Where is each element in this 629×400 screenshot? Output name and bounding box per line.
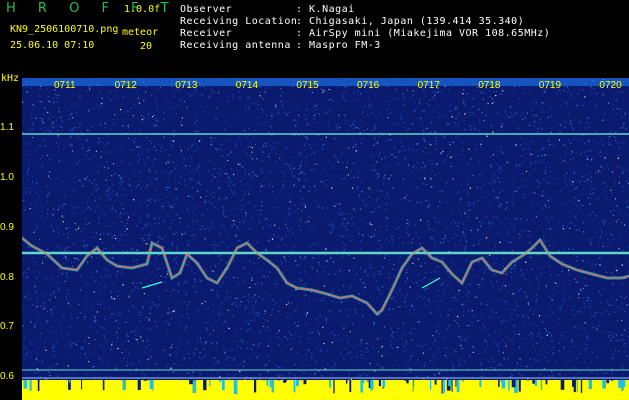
x-tick-label: 0713 <box>175 80 198 91</box>
y-tick-label: 0.9 <box>0 222 14 233</box>
spectrogram-background <box>22 78 629 400</box>
info-value-antenna: : Maspro FM-3 <box>296 40 381 51</box>
spectrogram-canvas <box>22 78 629 400</box>
x-tick-label: 0718 <box>478 80 501 91</box>
bottom-band <box>22 380 629 400</box>
header-panel: H R O F F T 1.0.0f KN9_2506100710.png me… <box>0 0 629 78</box>
x-tick-label: 0715 <box>296 80 319 91</box>
info-value-receiver: : AirSpy mini (Miakejima VOR 108.65MHz) <box>296 28 551 39</box>
info-label-location: Receiving Location <box>180 16 298 27</box>
x-tick-label: 0711 <box>54 80 76 91</box>
y-tick-label: 0.6 <box>0 371 14 382</box>
info-label-observer: Observer <box>180 4 233 15</box>
x-tick-label: 0714 <box>235 80 259 91</box>
meteor-label: meteor <box>122 27 159 38</box>
x-tick-label: 0712 <box>114 80 137 91</box>
info-value-observer: : K.Nagai <box>296 4 355 15</box>
x-tick-label: 0720 <box>599 80 622 91</box>
x-tick-label: 0716 <box>357 80 380 91</box>
spectrogram <box>22 78 629 400</box>
x-tick-label: 0717 <box>417 80 440 91</box>
axis-unit: kHz <box>1 73 20 84</box>
y-tick-label: 1.1 <box>0 122 14 133</box>
y-tick-label: 1.0 <box>0 172 14 183</box>
y-tick-label: 0.7 <box>0 321 14 332</box>
y-tick-label: 0.8 <box>0 272 14 283</box>
info-label-antenna: Receiving antenna <box>180 40 291 51</box>
info-value-location: : Chigasaki, Japan (139.414 35.340) <box>296 16 525 27</box>
app-version: 1.0.0f <box>124 4 161 15</box>
capture-datetime: 25.06.10 07:10 <box>10 40 95 51</box>
image-filename: KN9_2506100710.png <box>10 24 119 35</box>
meteor-count: 20 <box>140 41 153 52</box>
x-tick-label: 0719 <box>538 80 562 91</box>
info-label-receiver: Receiver <box>180 28 233 39</box>
